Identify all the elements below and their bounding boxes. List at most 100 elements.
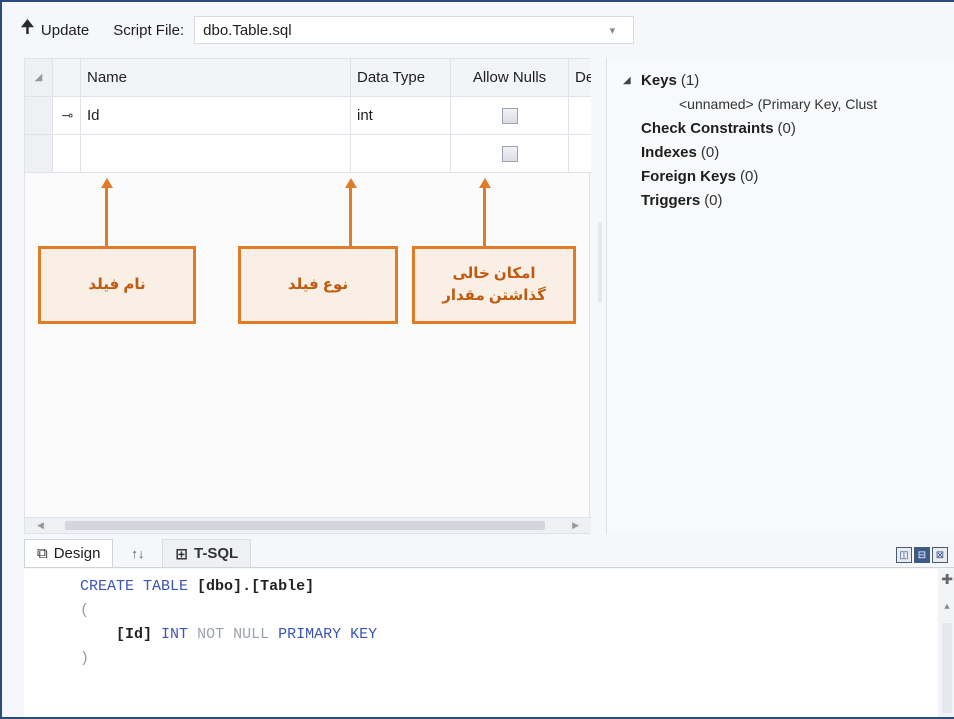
annotation-field-type-text: نوع فیلد xyxy=(287,275,349,293)
split-editor-icon[interactable]: ✚ xyxy=(941,570,953,590)
annotation-arrow xyxy=(349,188,352,246)
cell-data-type[interactable] xyxy=(351,135,451,172)
scroll-up-icon[interactable]: ▲ xyxy=(944,595,949,619)
sql-not-null: NOT NULL xyxy=(197,626,270,643)
cell-name[interactable] xyxy=(81,135,351,172)
tree-item-keys[interactable]: ◢ Keys (1) xyxy=(623,68,954,92)
table-designer-window: 🠉 Update Script File: dbo.Table.sql ▾ ◢ … xyxy=(0,0,954,719)
update-arrow-icon: 🠉 xyxy=(20,17,35,37)
arrow-up-icon xyxy=(345,178,357,188)
scroll-right-icon[interactable]: ▶ xyxy=(572,520,579,531)
split-vertical-icon[interactable]: ◫ xyxy=(896,547,912,563)
sql-open-paren: ( xyxy=(80,602,90,619)
cell-default[interactable] xyxy=(569,97,591,134)
allow-nulls-cell xyxy=(451,135,569,172)
scrollbar-thumb[interactable] xyxy=(65,521,545,530)
allow-nulls-checkbox[interactable] xyxy=(501,107,518,124)
sql-schema: [dbo] xyxy=(197,578,243,595)
foreign-keys-label: Foreign Keys xyxy=(641,167,737,185)
tab-design[interactable]: ⧉ Design xyxy=(24,539,114,567)
split-horizontal-icon[interactable]: ⊟ xyxy=(914,547,930,563)
cell-data-type[interactable]: int xyxy=(351,97,451,134)
script-file-label: Script File: xyxy=(113,21,185,39)
view-tabbar: ⧉ Design ↑↓ ⊞ T-SQL ◫ ⊟ ⊠ xyxy=(24,538,954,568)
column-header-data-type[interactable]: Data Type xyxy=(351,59,451,96)
sql-line-close: ) xyxy=(80,647,954,671)
tree-item-foreign-keys[interactable]: Foreign Keys (0) xyxy=(623,164,954,188)
vertical-scrollbar[interactable]: ✚ ▲ xyxy=(938,569,954,717)
annotation-allow-nulls-line1: امکان خالی xyxy=(452,264,536,282)
toolbar: 🠉 Update Script File: dbo.Table.sql ▾ xyxy=(16,12,952,48)
allow-nulls-cell xyxy=(451,97,569,134)
properties-tree: ◢ Keys (1) <unnamed> (Primary Key, Clust… xyxy=(606,58,954,534)
update-button[interactable]: 🠉 Update xyxy=(16,13,93,47)
panel-splitter[interactable] xyxy=(598,222,602,302)
triggers-count: (0) xyxy=(704,191,723,209)
collapse-pane-icon[interactable]: ⊠ xyxy=(932,547,948,563)
horizontal-scrollbar[interactable]: ◀ ▶ xyxy=(25,517,591,533)
check-constraints-count: (0) xyxy=(777,119,796,137)
row-key-cell xyxy=(53,135,81,172)
header-key-col xyxy=(53,59,81,96)
sql-primary-key: PRIMARY KEY xyxy=(278,626,378,643)
tree-item-triggers[interactable]: Triggers (0) xyxy=(623,188,954,212)
swap-icon: ↑↓ xyxy=(131,545,145,561)
script-file-dropdown[interactable]: dbo.Table.sql ▾ xyxy=(194,16,635,44)
chevron-down-icon: ▾ xyxy=(609,24,616,37)
sql-line-create: CREATE TABLE [dbo].[Table] xyxy=(80,575,954,599)
annotation-allow-nulls-line2: گذاشتن مقدار xyxy=(442,287,546,304)
scrollbar-thumb[interactable] xyxy=(942,623,952,713)
keys-label: Keys xyxy=(641,71,677,89)
tab-design-label: Design xyxy=(53,545,101,562)
expand-triangle-icon[interactable]: ◢ xyxy=(623,75,641,86)
sql-table-name: [Table] xyxy=(251,578,315,595)
annotation-arrow xyxy=(105,188,108,246)
sql-column-type: INT xyxy=(161,626,189,643)
tab-tsql-label: T-SQL xyxy=(194,545,239,562)
keys-count: (1) xyxy=(680,71,700,89)
table-row[interactable]: ⊸ Id int xyxy=(25,97,591,135)
column-header-name[interactable]: Name xyxy=(81,59,351,96)
allow-nulls-checkbox[interactable] xyxy=(501,145,518,162)
column-header-default[interactable]: Defa xyxy=(569,59,591,96)
tree-item-indexes[interactable]: Indexes (0) xyxy=(623,140,954,164)
swap-panes-button[interactable]: ↑↓ xyxy=(113,539,162,567)
arrow-up-icon xyxy=(479,178,491,188)
annotation-arrow xyxy=(483,188,486,246)
row-selector[interactable] xyxy=(25,97,53,134)
arrow-up-icon xyxy=(101,178,113,188)
update-label: Update xyxy=(40,21,90,39)
scroll-left-icon[interactable]: ◀ xyxy=(37,520,44,531)
annotation-field-type: نوع فیلد xyxy=(238,246,398,324)
sql-line-open: ( xyxy=(80,599,954,623)
cell-default[interactable] xyxy=(569,135,591,172)
primary-key-label: <unnamed> (Primary Key, Clust xyxy=(679,96,878,112)
tab-tsql[interactable]: ⊞ T-SQL xyxy=(162,539,252,567)
pane-layout-buttons: ◫ ⊟ ⊠ xyxy=(896,547,948,563)
tsql-editor[interactable]: CREATE TABLE [dbo].[Table] ( [Id] INT NO… xyxy=(24,569,954,717)
row-selector[interactable] xyxy=(25,135,53,172)
annotation-allow-nulls: امکان خالی گذاشتن مقدار xyxy=(412,246,576,324)
script-file-value: dbo.Table.sql xyxy=(203,21,292,39)
tsql-icon: ⊞ xyxy=(175,545,188,563)
sql-close-paren: ) xyxy=(80,650,90,667)
sql-keyword-create: CREATE TABLE xyxy=(80,578,189,595)
triggers-label: Triggers xyxy=(641,191,701,209)
tree-item-check-constraints[interactable]: Check Constraints (0) xyxy=(623,116,954,140)
design-icon: ⧉ xyxy=(37,545,48,562)
check-constraints-label: Check Constraints xyxy=(641,119,774,137)
indexes-label: Indexes xyxy=(641,143,697,161)
annotation-field-name: نام فیلد xyxy=(38,246,196,324)
column-header-allow-nulls[interactable]: Allow Nulls xyxy=(451,59,569,96)
indexes-count: (0) xyxy=(700,143,720,161)
cell-name[interactable]: Id xyxy=(81,97,351,134)
sql-line-column: [Id] INT NOT NULL PRIMARY KEY xyxy=(80,623,954,647)
foreign-keys-count: (0) xyxy=(740,167,759,185)
tree-item-primary-key[interactable]: <unnamed> (Primary Key, Clust xyxy=(623,92,954,116)
primary-key-icon: ⊸ xyxy=(53,97,81,134)
annotation-field-name-text: نام فیلد xyxy=(88,275,146,293)
table-row[interactable] xyxy=(25,135,591,173)
grid-header: ◢ Name Data Type Allow Nulls Defa xyxy=(25,59,591,97)
sql-column-name: [Id] xyxy=(116,626,153,643)
header-corner: ◢ xyxy=(25,59,53,96)
